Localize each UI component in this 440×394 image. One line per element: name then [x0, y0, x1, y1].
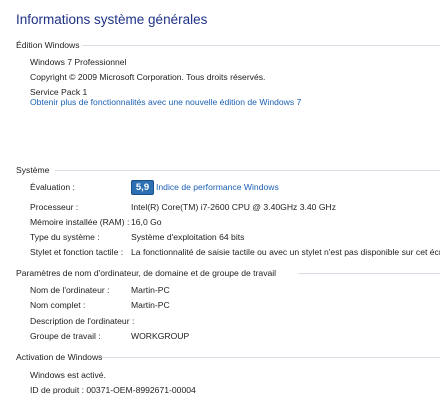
- pen-touch-label: Stylet et fonction tactile :: [30, 247, 124, 257]
- processor-value: Intel(R) Core(TM) i7-2600 CPU @ 3.40GHz …: [131, 202, 337, 212]
- system-properties-panel: Informations système générales Édition W…: [0, 0, 440, 394]
- workgroup-label: Groupe de travail :: [30, 331, 101, 341]
- workgroup-value: WORKGROUP: [131, 331, 190, 341]
- upgrade-edition-link[interactable]: Obtenir plus de fonctionnalités avec une…: [30, 97, 301, 107]
- page-title: Informations système générales: [16, 12, 208, 27]
- system-type-value: Système d'exploitation 64 bits: [131, 232, 245, 242]
- pen-touch-value: La fonctionnalité de saisie tactile ou a…: [131, 247, 440, 257]
- product-id: ID de produit : 00371-OEM-8992671-00004: [30, 385, 196, 394]
- description-label: Description de l'ordinateur :: [30, 316, 135, 326]
- system-divider: [55, 170, 440, 171]
- performance-score-badge[interactable]: 5,9: [131, 180, 154, 195]
- computer-name-divider: [298, 273, 440, 274]
- system-heading: Système: [16, 165, 50, 175]
- system-type-label: Type du système :: [30, 232, 100, 242]
- processor-label: Processeur :: [30, 202, 79, 212]
- full-name-label: Nom complet :: [30, 300, 86, 310]
- computer-name-value: Martin-PC: [131, 285, 170, 295]
- activation-status: Windows est activé.: [30, 370, 106, 380]
- activation-heading: Activation de Windows: [16, 352, 103, 362]
- memory-label: Mémoire installée (RAM) :: [30, 217, 130, 227]
- computer-name-label: Nom de l'ordinateur :: [30, 285, 110, 295]
- edition-name: Windows 7 Professionnel: [30, 57, 127, 67]
- service-pack: Service Pack 1: [30, 87, 88, 97]
- edition-divider: [82, 45, 440, 46]
- performance-index-link[interactable]: Indice de performance Windows: [156, 182, 279, 192]
- edition-heading: Édition Windows: [16, 40, 80, 50]
- memory-value: 16,0 Go: [131, 217, 162, 227]
- activation-divider: [102, 357, 440, 358]
- copyright-text: Copyright © 2009 Microsoft Corporation. …: [30, 72, 266, 82]
- computer-name-heading: Paramètres de nom d'ordinateur, de domai…: [16, 268, 277, 278]
- rating-label: Évaluation :: [30, 182, 75, 192]
- full-name-value: Martin-PC: [131, 300, 170, 310]
